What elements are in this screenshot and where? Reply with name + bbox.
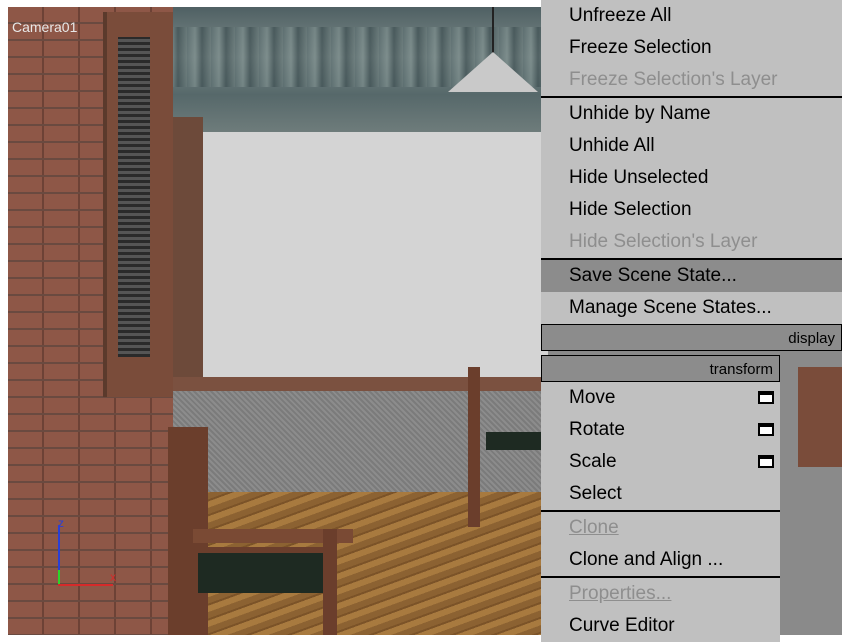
chair-leg <box>323 529 337 635</box>
menu-item-curve-editor[interactable]: Curve Editor <box>541 610 780 642</box>
right-lower-wall <box>788 467 842 635</box>
menu-item-hide-selection[interactable]: Hide Selection <box>541 194 842 226</box>
rocking-chair-seat <box>486 432 548 450</box>
menu-item-label: Properties... <box>569 583 672 604</box>
menu-item-unhide-all[interactable]: Unhide All <box>541 130 842 162</box>
porch-opening <box>203 132 548 382</box>
menu-item-save-scene-state[interactable]: Save Scene State... <box>541 260 842 292</box>
transform-quad-menu: transform Move Rotate Scale Select Clone… <box>541 355 780 642</box>
display-quad-header: display <box>541 324 842 351</box>
menu-item-label: Rotate <box>569 419 625 440</box>
menu-item-freeze-selection[interactable]: Freeze Selection <box>541 32 842 64</box>
menu-item-label: Scale <box>569 451 617 472</box>
menu-item-freeze-selections-layer: Freeze Selection's Layer <box>541 64 842 96</box>
viewport-camera-label[interactable]: Camera01 <box>12 19 77 35</box>
menu-item-rotate[interactable]: Rotate <box>541 414 780 446</box>
menu-item-label: Move <box>569 387 616 408</box>
menu-item-hide-selections-layer: Hide Selection's Layer <box>541 226 842 258</box>
options-box-icon[interactable] <box>758 455 774 468</box>
menu-item-properties: Properties... <box>541 578 780 610</box>
ceiling-lamp <box>448 52 538 92</box>
options-box-icon[interactable] <box>758 423 774 436</box>
menu-item-move[interactable]: Move <box>541 382 780 414</box>
options-box-icon[interactable] <box>758 391 774 404</box>
axis-x-label: x <box>110 570 116 584</box>
window-screen <box>118 37 150 357</box>
menu-item-unhide-by-name[interactable]: Unhide by Name <box>541 98 842 130</box>
display-quad-menu: Unfreeze All Freeze Selection Freeze Sel… <box>541 0 842 351</box>
porch-post <box>173 117 203 397</box>
transform-quad-header: transform <box>541 355 780 382</box>
lamp-cord <box>492 7 494 55</box>
menu-item-manage-scene-states[interactable]: Manage Scene States... <box>541 292 842 324</box>
axis-x-line <box>58 584 113 586</box>
menu-item-label: Clone <box>569 517 619 538</box>
axis-z-label: z <box>58 516 64 530</box>
menu-item-unfreeze-all[interactable]: Unfreeze All <box>541 0 842 32</box>
menu-item-clone: Clone <box>541 512 780 544</box>
menu-item-hide-unselected[interactable]: Hide Unselected <box>541 162 842 194</box>
menu-item-clone-and-align[interactable]: Clone and Align ... <box>541 544 780 576</box>
chair-seat <box>198 547 328 593</box>
menu-item-scale[interactable]: Scale <box>541 446 780 478</box>
menu-item-select[interactable]: Select <box>541 478 780 510</box>
